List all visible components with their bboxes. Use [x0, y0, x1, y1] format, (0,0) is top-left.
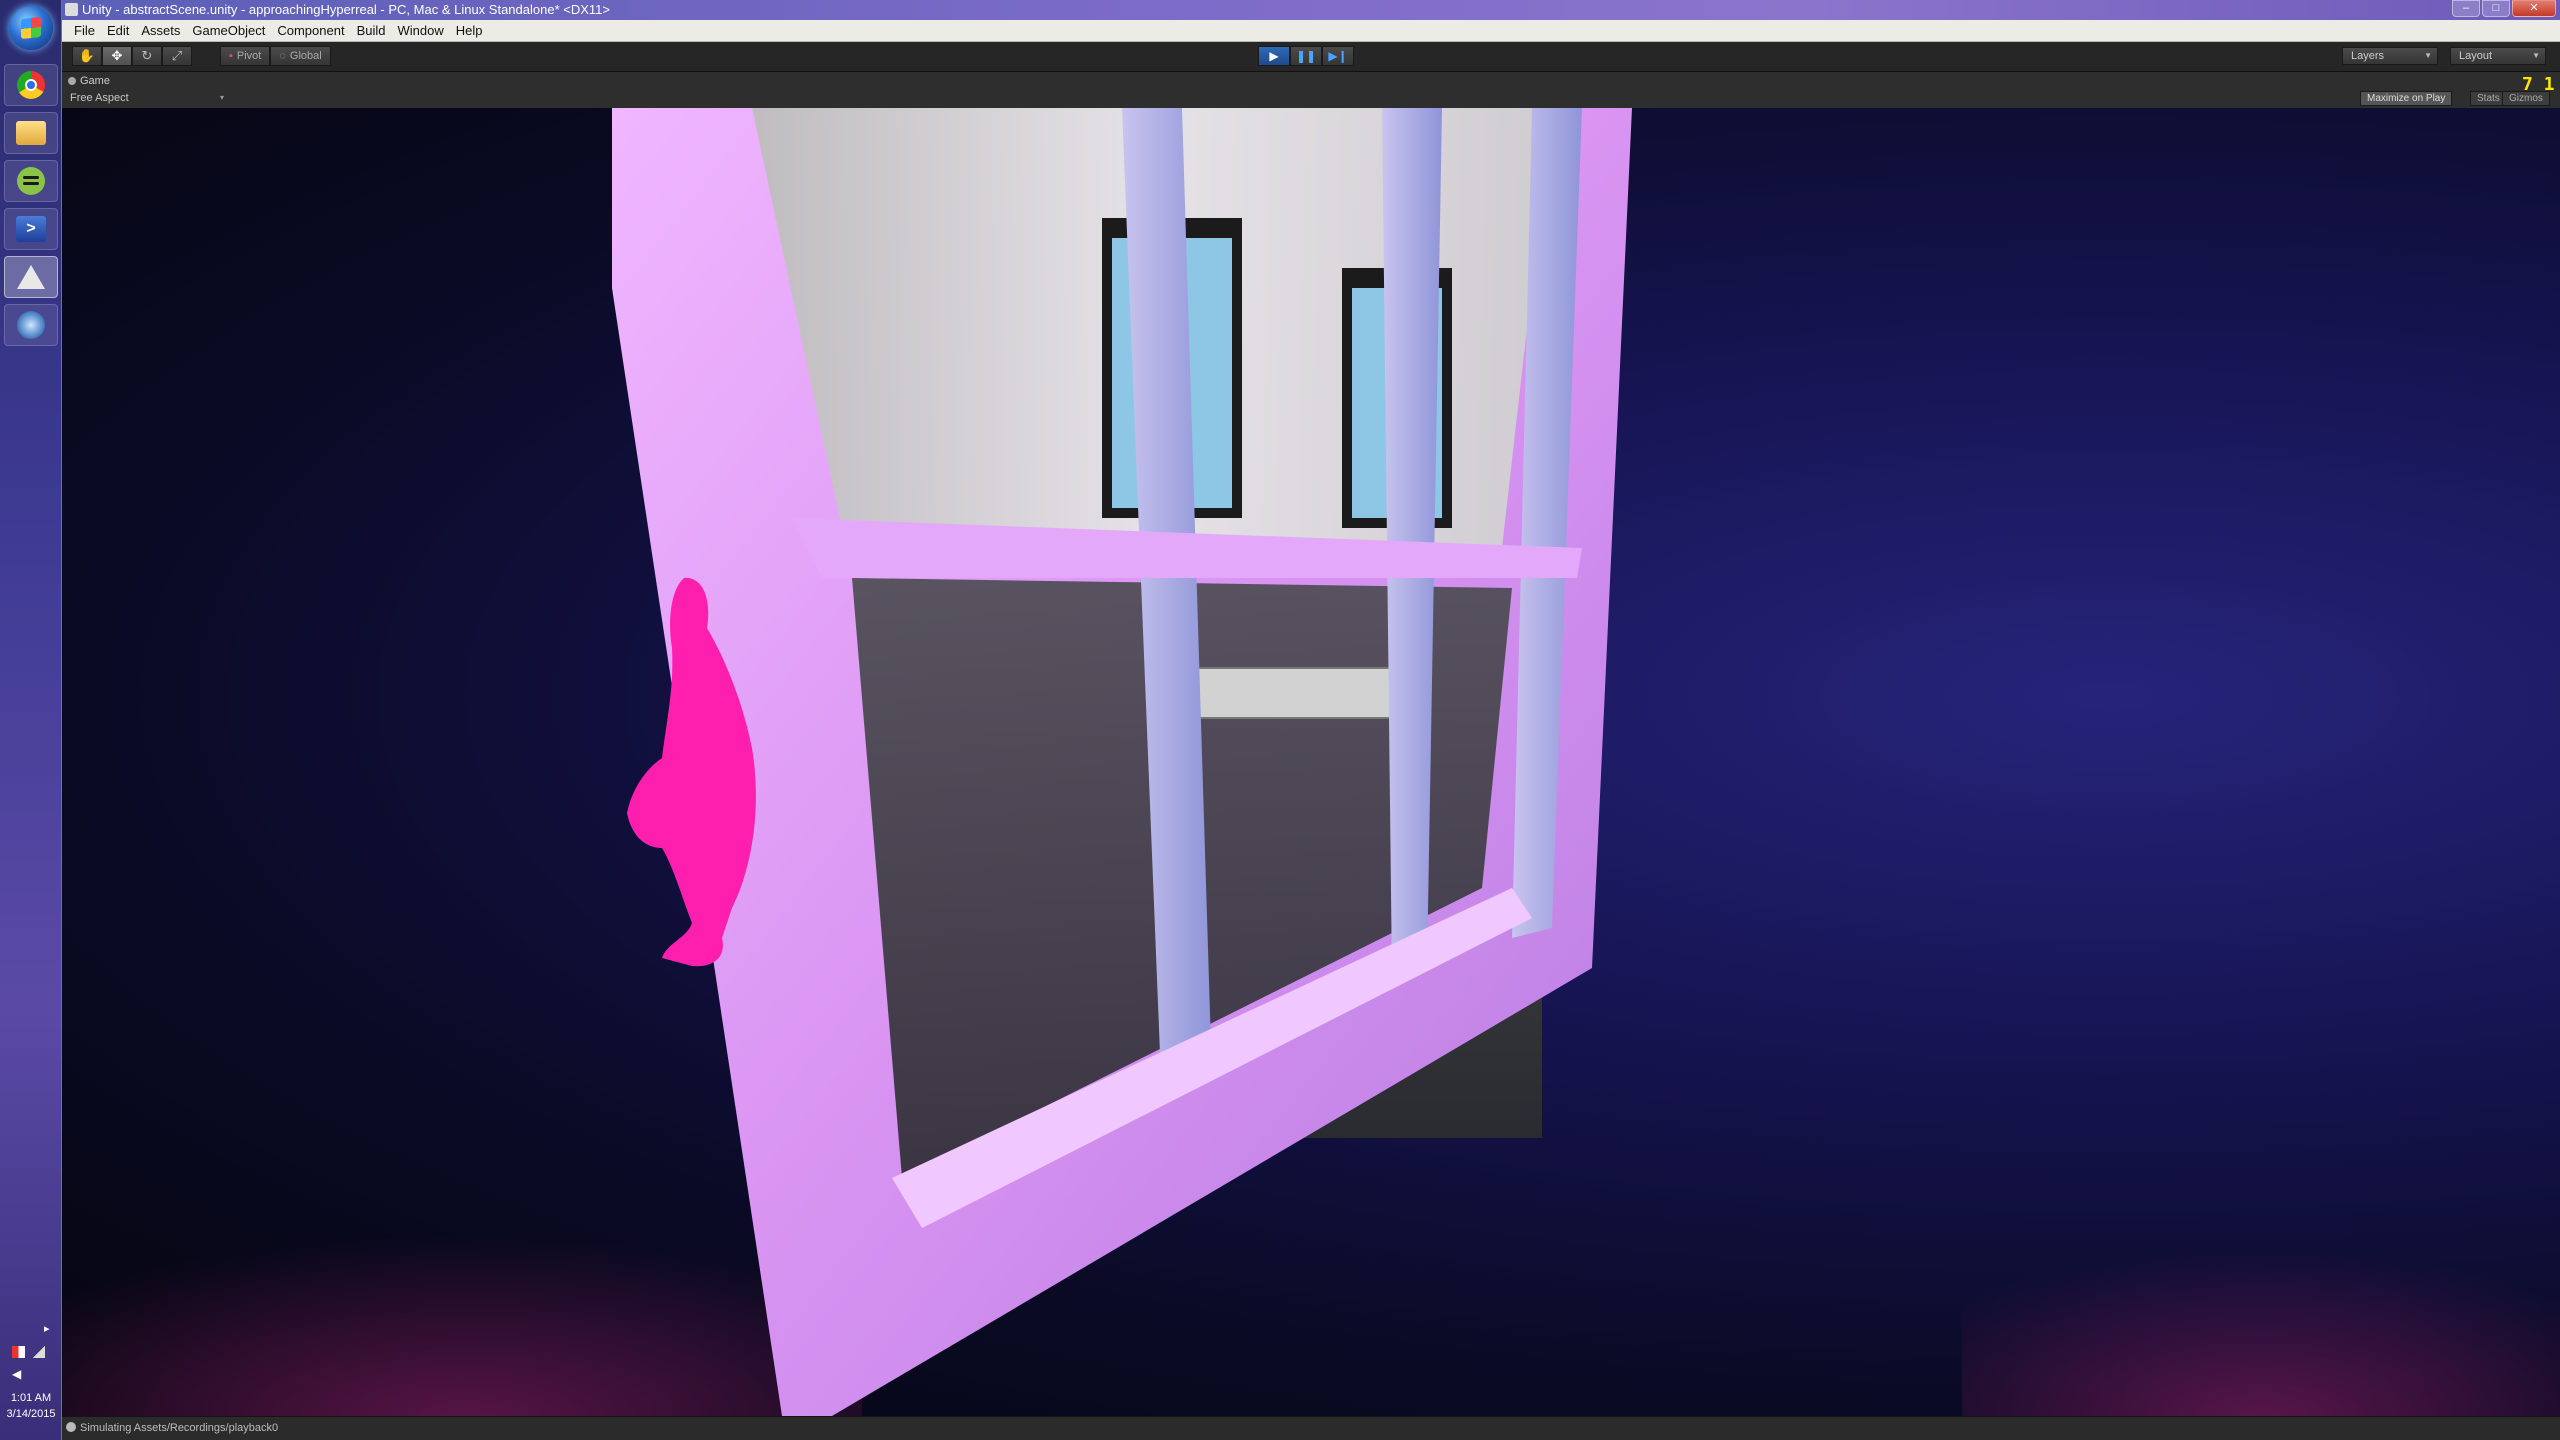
menu-file[interactable]: File: [68, 20, 101, 42]
volume-icon[interactable]: ◀: [12, 1368, 26, 1380]
action-center-flag-icon[interactable]: [12, 1346, 25, 1358]
windows-logo-icon: [21, 16, 41, 40]
taskbar-unity[interactable]: [4, 256, 58, 298]
clock-date[interactable]: 3/14/2015: [0, 1408, 62, 1420]
play-icon: ▶: [1269, 49, 1279, 63]
step-icon: ▶❙: [1328, 49, 1348, 63]
clock-time[interactable]: 1:01 AM: [0, 1392, 62, 1404]
game-tab-label: Game: [80, 75, 110, 87]
network-icon[interactable]: [33, 1346, 45, 1358]
taskbar-spotify[interactable]: [4, 160, 58, 202]
menu-gameobject[interactable]: GameObject: [186, 20, 271, 42]
pause-button[interactable]: ❚❚: [1290, 46, 1322, 66]
pivot-icon: ▪: [229, 50, 233, 62]
step-button[interactable]: ▶❙: [1322, 46, 1354, 66]
minimize-button[interactable]: –: [2452, 0, 2480, 17]
start-button[interactable]: [9, 6, 53, 50]
menu-help[interactable]: Help: [450, 20, 489, 42]
spotify-icon: [17, 167, 45, 195]
menu-bar: File Edit Assets GameObject Component Bu…: [62, 20, 2560, 42]
floor-glow-right: [1962, 1178, 2560, 1416]
chevron-down-icon: ▼: [2532, 51, 2540, 60]
chrome-icon: [17, 71, 45, 99]
hand-tool-button[interactable]: ✋: [72, 46, 102, 66]
pause-icon: ❚❚: [1295, 49, 1317, 63]
network-app-icon: [17, 311, 45, 339]
chevron-down-icon: ▾: [220, 93, 225, 102]
editor-toolbar: ✋ ✥ ↻ ⤢ ▪ Pivot ◌ Global ▶ ❚❚ ▶❙ Layers ▼ L…: [62, 42, 2560, 72]
window-title: Unity - abstractScene.unity - approachin…: [82, 2, 610, 17]
hand-icon: ✋: [78, 48, 96, 63]
layout-label: Layout: [2459, 50, 2493, 62]
fps-overlay: 7 1: [2522, 74, 2555, 95]
unity-editor-window: Unity - abstractScene.unity - approachin…: [62, 0, 2560, 1440]
taskbar-chrome[interactable]: [4, 64, 58, 106]
tab-game[interactable]: Game: [66, 73, 120, 89]
move-tool-button[interactable]: ✥: [102, 46, 132, 66]
transform-tools: ✋ ✥ ↻ ⤢: [72, 46, 192, 66]
menu-edit[interactable]: Edit: [101, 20, 135, 42]
windows-taskbar: > ▸ ◀ 1:01 AM 3/14/2015: [0, 0, 62, 1440]
aspect-dropdown[interactable]: Free Aspect ▾: [70, 91, 224, 105]
play-controls: ▶ ❚❚ ▶❙: [1258, 46, 1354, 66]
chevron-down-icon: ▼: [2424, 51, 2432, 60]
lower-pane-radiator: [1161, 667, 1423, 719]
maximize-on-play-toggle[interactable]: Maximize on Play: [2360, 91, 2453, 106]
file-explorer-icon: [16, 121, 46, 145]
layers-dropdown[interactable]: Layers ▼: [2342, 47, 2438, 65]
pivot-toggles: ▪ Pivot ◌ Global: [220, 46, 331, 66]
close-button[interactable]: ✕: [2512, 0, 2556, 17]
pivot-label: Pivot: [236, 50, 262, 62]
game-tab-icon: [68, 77, 76, 85]
menu-window[interactable]: Window: [392, 20, 450, 42]
floor-glow-left: [62, 1158, 862, 1416]
taskbar-file-explorer[interactable]: [4, 112, 58, 154]
scale-icon: ⤢: [171, 48, 183, 63]
global-icon: ◌: [279, 50, 286, 62]
info-icon: [66, 1422, 76, 1432]
unity-icon: [17, 265, 45, 289]
taskbar-powershell[interactable]: >: [4, 208, 58, 250]
status-bar: Simulating Assets/Recordings/playback0: [62, 1416, 2560, 1440]
global-toggle[interactable]: ◌ Global: [270, 46, 331, 66]
status-message[interactable]: Simulating Assets/Recordings/playback0: [80, 1422, 278, 1434]
show-hidden-icons-icon[interactable]: ▸: [44, 1322, 50, 1335]
game-viewport[interactable]: [62, 108, 2560, 1416]
move-icon: ✥: [111, 48, 123, 63]
window-titlebar: Unity - abstractScene.unity - approachin…: [62, 0, 2560, 20]
pivot-toggle[interactable]: ▪ Pivot: [220, 46, 271, 66]
scene-render: [62, 108, 2560, 1416]
game-view-header: Game Free Aspect ▾ Maximize on Play Stat…: [62, 72, 2560, 108]
aspect-label: Free Aspect: [70, 92, 129, 104]
play-button[interactable]: ▶: [1258, 46, 1290, 66]
powershell-icon: >: [16, 216, 46, 242]
unity-window-icon: [65, 3, 78, 16]
taskbar-network-app[interactable]: [4, 304, 58, 346]
maximize-button[interactable]: □: [2482, 0, 2510, 17]
scale-tool-button[interactable]: ⤢: [162, 46, 192, 66]
layout-dropdown[interactable]: Layout ▼: [2450, 47, 2546, 65]
menu-build[interactable]: Build: [351, 20, 392, 42]
menu-assets[interactable]: Assets: [135, 20, 186, 42]
layers-label: Layers: [2351, 50, 2385, 62]
rotate-icon: ↻: [141, 48, 153, 63]
system-tray: [12, 1346, 45, 1358]
global-label: Global: [289, 50, 322, 62]
rotate-tool-button[interactable]: ↻: [132, 46, 162, 66]
menu-component[interactable]: Component: [271, 20, 350, 42]
